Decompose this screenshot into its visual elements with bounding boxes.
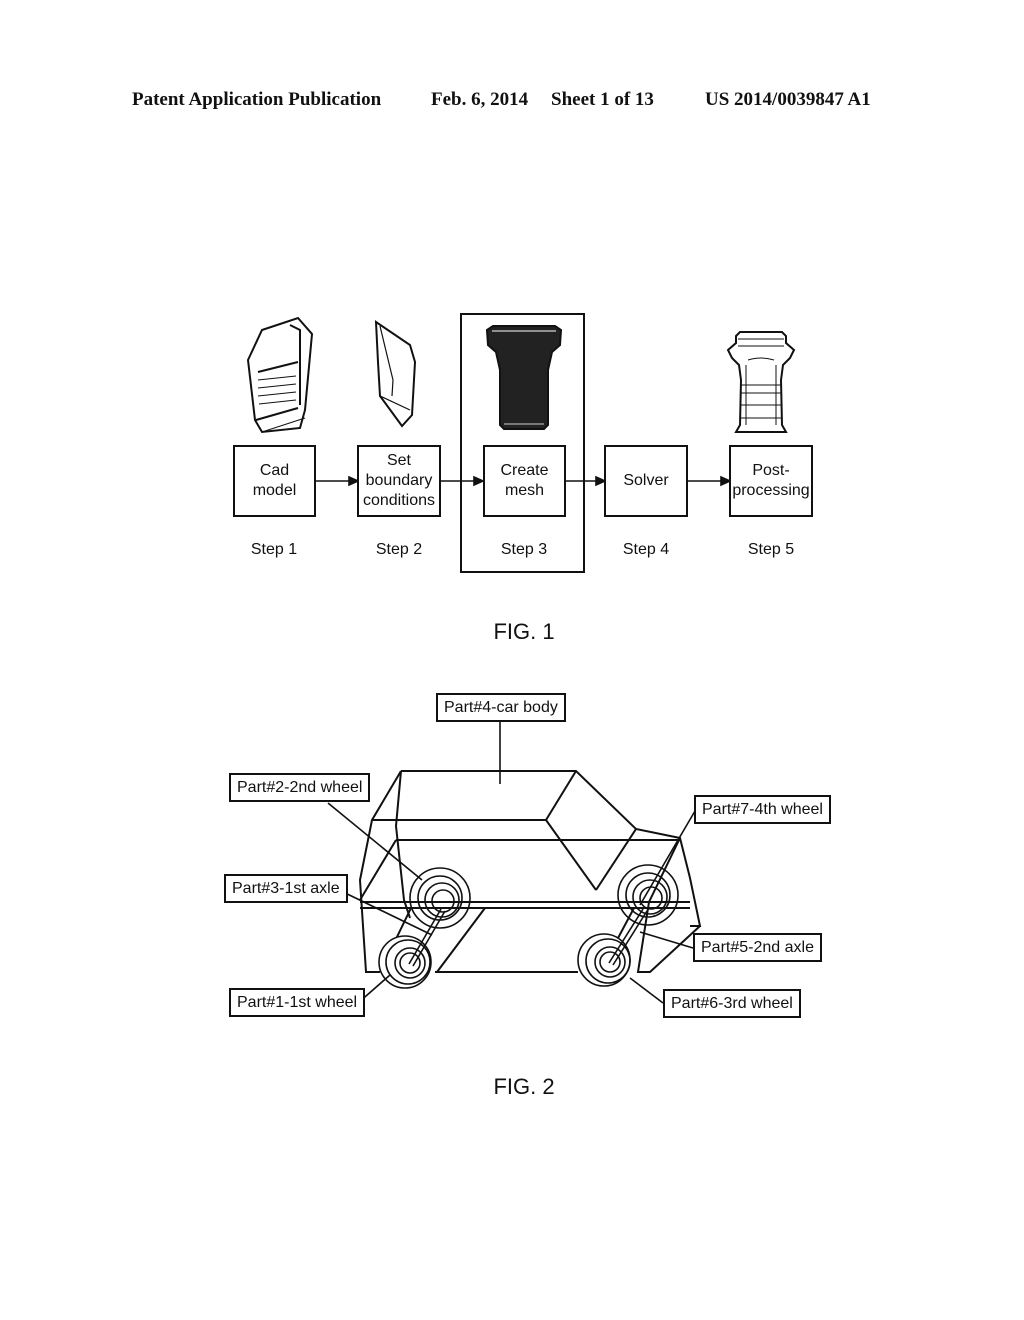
label-part1-1st-wheel: Part#1-1st wheel [229,988,366,1017]
leader-wheel4 [639,810,696,906]
fig2-caption: FIG. 2 [493,1074,555,1099]
label-part7-4th-wheel: Part#7-4th wheel [694,795,831,824]
fig2-car-drawing [327,722,702,1004]
label-part2-2nd-wheel: Part#2-2nd wheel [229,773,371,802]
label-part4-car-body: Part#4-car body [436,693,566,722]
leader-wheel3 [629,977,664,1004]
wheel-4th [617,864,679,926]
label-part5-2nd-axle: Part#5-2nd axle [693,933,822,962]
wheel-1st [378,935,432,989]
label-part3-1st-axle: Part#3-1st axle [224,874,348,903]
label-part6-3rd-wheel: Part#6-3rd wheel [663,989,801,1018]
